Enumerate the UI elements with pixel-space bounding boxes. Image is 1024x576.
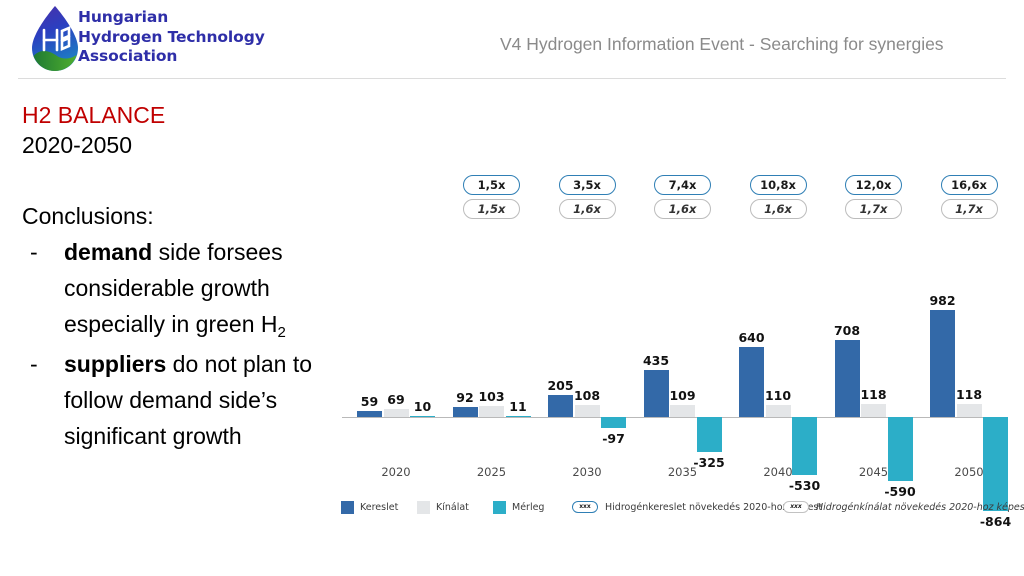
bar-2050-kínálat [956,404,982,417]
bar-value-label: 640 [738,330,765,346]
bar-value-label: 708 [833,322,861,338]
x-axis-label-2025: 2025 [476,465,507,479]
event-title: V4 Hydrogen Information Event - Searchin… [500,34,944,54]
bar-2035-mérleg [696,417,722,453]
x-axis-label-2045: 2045 [858,465,889,479]
legend-item-supply-growth: xxx Hidrogénkínálat növekedés 2020-hoz k… [783,499,1024,515]
legend-label-demand: Kereslet [360,501,399,513]
logo-line-1: Hungarian [78,8,169,26]
association-name: Hungarian Hydrogen Technology Associatio… [78,8,278,67]
bar-value-label: 110 [764,388,792,403]
bullet-keyword: suppliers [64,351,167,377]
legend-swatch-demand-icon [341,500,354,514]
legend-item-kereslet: Kereslet [341,499,398,515]
bar-2045-kínálat [861,404,886,417]
legend-swatch-balance-icon [493,500,506,514]
growth-pill-demand-2025: 1,5x [463,175,520,195]
bar-value-label: 435 [642,352,670,368]
h2-balance-chart: 1,5x 3,5x 7,4x 10,8x 12,0x 16,6x 1,5x 1,6x 1,6x… [335,165,1024,535]
growth-pill-supply-2030: 1,6x [558,199,616,219]
conclusion-bullet-suppliers: - suppliers do not plan to follow demand… [22,346,322,454]
x-axis-label-2040: 2040 [763,465,793,479]
bar-2040-kereslet [739,347,764,417]
growth-pill-demand-2040: 10,8x [749,175,807,195]
bar-2020-kereslet [357,410,382,417]
bar-value-label: 982 [929,292,956,308]
bar-value-label: 108 [573,388,601,404]
x-axis-labels: 2020 2025 2030 2035 2040 2045 2050 [335,465,1015,483]
bar-value-label: -97 [602,430,625,446]
logo-line-2: Hydrogen Technology [78,27,265,46]
water-droplet-h2-logo-icon [32,6,78,71]
bar-2020-mérleg [410,415,435,417]
growth-pill-supply-2035: 1,6x [654,199,711,219]
bar-plot-area: 59 69 10 92 103 11 205 108 -97 435 109 -325 640 110 -5… [335,225,1015,529]
conclusions-heading: Conclusions: [22,203,154,229]
bar-2040-kínálat [765,405,791,417]
page-title: H2 BALANCE [22,102,166,128]
bar-value-label: 118 [955,387,983,403]
legend-item-kinalat: Kínálat [417,499,469,515]
growth-pill-supply-2025: 1,5x [463,199,520,219]
bar-2045-kereslet [834,339,860,417]
x-axis-label-2035: 2035 [667,465,698,479]
bullet-subscript: 2 [277,324,286,341]
x-axis-label-2030: 2030 [572,465,602,479]
conclusion-bullet-demand: - demand side forsees considerable growt… [22,234,322,346]
header-divider [18,78,1006,79]
bar-2025-mérleg [505,415,531,417]
growth-pill-supply-2050: 1,7x [940,199,998,219]
slide-text-column: H2 BALANCE 2020-2050 Conclusions: - dema… [22,100,322,454]
bar-value-label: 11 [509,398,527,414]
bullet-keyword: demand [64,239,153,265]
supply-growth-pill-row: 1,5x 1,6x 1,6x 1,6x 1,7x 1,7x [335,199,1015,220]
bullet-dash: - [30,351,38,377]
bar-2035-kínálat [670,405,695,417]
bar-value-label: 109 [669,388,696,404]
growth-pill-demand-2045: 12,0x [845,175,902,195]
legend-label-supply-growth: Hidrogénkínálat növekedés 2020-hoz képes… [816,501,1024,513]
growth-pill-demand-2030: 3,5x [558,175,616,195]
association-logo [24,4,86,74]
growth-pill-supply-2040: 1,6x [749,199,807,219]
growth-pill-demand-2050: 16,6x [940,175,998,195]
demand-growth-pill-row: 1,5x 3,5x 7,4x 10,8x 12,0x 16,6x [335,175,1015,196]
logo-line-3: Association [78,47,178,65]
bar-2030-mérleg [601,417,626,428]
legend-swatch-supply-icon [417,500,430,514]
chart-legend: Kereslet Kínálat Mérleg xxx Hidrogénkere… [335,497,1024,519]
bar-2025-kereslet [452,406,478,417]
bullet-dash: - [30,239,38,265]
slide-header: Hungarian Hydrogen Technology Associatio… [0,0,1024,79]
growth-pill-supply-2045: 1,7x [845,199,902,219]
bar-value-label: 118 [860,387,887,403]
legend-item-merleg: Mérleg [493,499,544,515]
legend-pill-supply-icon: xxx [783,501,809,513]
legend-label-balance: Mérleg [512,501,545,513]
growth-pill-demand-2035: 7,4x [654,175,711,195]
page-subtitle: 2020-2050 [22,132,132,158]
x-axis-label-2050: 2050 [954,465,984,479]
x-axis-label-2020: 2020 [381,465,411,479]
legend-label-supply: Kínálat [436,501,469,513]
legend-pill-demand-icon: xxx [572,501,598,513]
bar-2030-kínálat [574,405,600,417]
